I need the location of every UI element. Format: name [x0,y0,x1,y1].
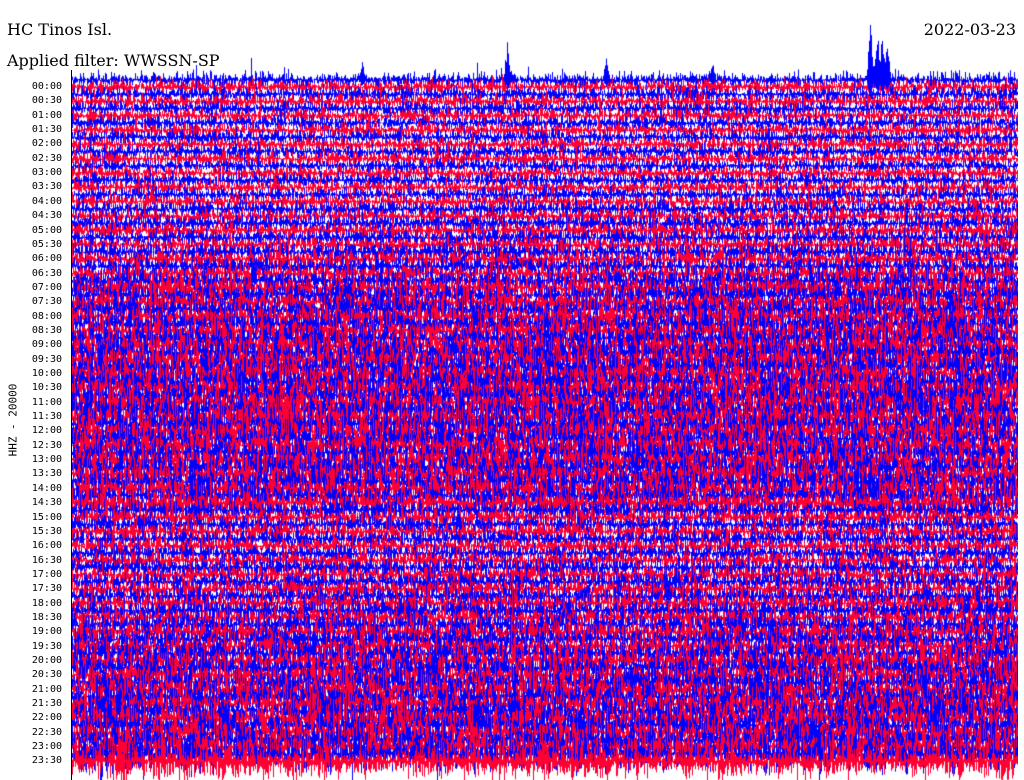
tick-label: 16:30 [31,554,62,566]
tick-label: 18:00 [31,597,62,609]
tick-label: 02:30 [31,152,62,164]
tick-label: 16:00 [31,540,62,552]
tick-label: 18:30 [31,611,62,623]
tick-label: 11:00 [31,396,62,408]
tick-label: 13:30 [31,468,62,480]
tick-label: 20:30 [31,669,62,681]
tick-label: 03:30 [31,181,62,193]
tick-label: 20:00 [31,655,62,666]
tick-label: 06:30 [31,267,62,279]
tick-label: 09:00 [31,339,62,351]
tick-label: 17:30 [31,583,62,595]
tick-label: 14:00 [31,482,62,494]
tick-label: 07:00 [31,281,62,293]
tick-label: 09:30 [31,353,62,365]
tick-label: 07:30 [31,296,62,308]
tick-label: 11:30 [31,411,62,423]
tick-label: 21:30 [31,698,62,710]
tick-label: 04:30 [31,210,62,222]
tick-label: 02:00 [31,138,62,150]
time-tick-labels: 00:00 00:30 01:00 01:30 02:00 02:30 03:00 03:30… [0,0,70,780]
tick-label: 01:00 [31,109,62,121]
tick-label: 01:30 [31,124,62,136]
tick-label: 23:30 [31,755,62,767]
tick-label: 15:30 [31,525,62,537]
tick-label: 05:30 [31,238,62,250]
tick-label: 19:00 [31,626,62,638]
tick-label: 12:30 [31,439,62,451]
tick-label: 12:00 [31,425,62,437]
seismogram-traces [72,0,1018,780]
tick-label: 00:30 [31,95,62,107]
tick-label: 19:30 [31,640,62,652]
tick-label: 13:00 [31,454,62,466]
tick-label: 08:30 [31,324,62,336]
tick-label: 06:00 [31,253,62,265]
tick-label: 22:00 [31,712,62,724]
tick-label: 00:00 [31,81,62,92]
tick-label: 04:00 [31,195,62,207]
tick-label: 08:00 [31,310,62,322]
tick-label: 23:00 [31,741,62,753]
tick-label: 17:00 [31,568,62,580]
tick-label: 05:00 [31,224,62,236]
tick-label: 10:30 [31,382,62,394]
tick-label: 22:30 [31,726,62,738]
tick-label: 21:00 [31,683,62,695]
tick-label: 10:00 [31,368,62,379]
tick-label: 14:30 [31,497,62,509]
tick-label: 03:00 [31,167,62,179]
tick-label: 15:00 [31,511,62,523]
